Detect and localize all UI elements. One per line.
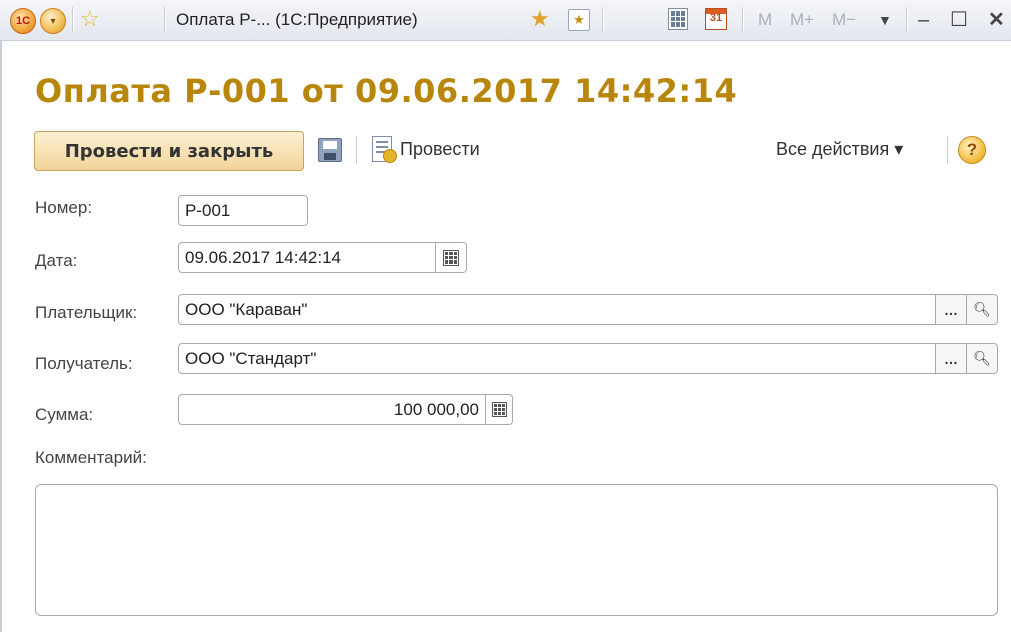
- calculator-button[interactable]: [485, 394, 513, 425]
- main-menu-icon[interactable]: ▾: [40, 8, 66, 34]
- post-button[interactable]: Провести: [400, 139, 480, 160]
- sum-field[interactable]: 100 000,00: [178, 394, 486, 425]
- favorites-star-icon[interactable]: ☆: [80, 5, 100, 33]
- toolbar-divider: [356, 136, 357, 164]
- titlebar-divider: [906, 7, 907, 33]
- payer-open-search-icon[interactable]: 🔍︎: [966, 294, 998, 325]
- add-favorite-icon[interactable]: ★: [530, 5, 550, 33]
- number-field[interactable]: Р-001: [178, 195, 308, 226]
- page-title: Оплата Р-001 от 09.06.2017 14:42:14: [35, 72, 738, 110]
- calendar-icon[interactable]: 31: [705, 8, 727, 30]
- titlebar-divider: [742, 7, 743, 33]
- post-document-icon[interactable]: [372, 136, 397, 163]
- app-logo-icon[interactable]: 1С: [10, 8, 36, 34]
- date-label: Дата:: [35, 251, 78, 270]
- titlebar-divider: [72, 7, 73, 33]
- titlebar-divider: [602, 7, 603, 33]
- maximize-icon[interactable]: ☐: [950, 0, 968, 40]
- window-titlebar: 1С ▾ ☆ Оплата Р-... (1С:Предприятие) ★ ★…: [0, 0, 1011, 41]
- save-icon[interactable]: [318, 138, 342, 162]
- window-title: Оплата Р-... (1С:Предприятие): [176, 10, 418, 29]
- comment-label: Комментарий:: [35, 448, 147, 467]
- payer-select-button[interactable]: …: [935, 294, 967, 325]
- date-field[interactable]: 09.06.2017 14:42:14: [178, 242, 436, 273]
- calendar-grid-icon: [443, 249, 459, 266]
- all-actions-menu[interactable]: Все действия ▾: [776, 139, 903, 160]
- sum-label: Сумма:: [35, 405, 94, 424]
- bookmark-icon[interactable]: ★: [568, 9, 590, 31]
- payer-label: Плательщик:: [35, 303, 138, 322]
- recipient-open-search-icon[interactable]: 🔍︎: [966, 343, 998, 374]
- close-icon[interactable]: ✕: [988, 0, 1005, 40]
- post-and-close-button[interactable]: Провести и закрыть: [34, 131, 304, 171]
- recipient-field[interactable]: ООО "Стандарт": [178, 343, 936, 374]
- minimize-icon[interactable]: –: [918, 0, 929, 40]
- window-menu-icon[interactable]: ▼: [878, 0, 892, 40]
- toolbar-divider: [947, 136, 948, 164]
- recipient-select-button[interactable]: …: [935, 343, 967, 374]
- recipient-label: Получатель:: [35, 354, 133, 373]
- memory-subtract-button[interactable]: M−: [832, 0, 856, 40]
- number-label: Номер:: [35, 198, 93, 217]
- memory-add-button[interactable]: M+: [790, 0, 814, 40]
- help-icon[interactable]: ?: [958, 136, 986, 164]
- date-picker-button[interactable]: [435, 242, 467, 273]
- comment-textarea[interactable]: [35, 484, 998, 616]
- memory-button[interactable]: M: [758, 0, 772, 40]
- window-border: [0, 40, 2, 632]
- calculator-small-icon: [491, 402, 507, 417]
- calculator-icon[interactable]: [668, 8, 688, 30]
- titlebar-divider: [164, 7, 165, 33]
- payer-field[interactable]: ООО "Караван": [178, 294, 936, 325]
